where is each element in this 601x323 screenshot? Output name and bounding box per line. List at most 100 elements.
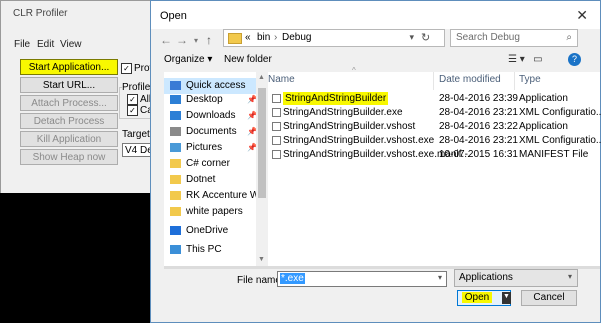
menu-edit[interactable]: Edit [37, 39, 54, 50]
start-url-button[interactable]: Start URL... [20, 77, 118, 93]
pin-icon[interactable]: 📌 [247, 140, 256, 156]
scroll-thumb[interactable] [258, 88, 266, 198]
desktop-icon [170, 95, 181, 104]
breadcrumb-bin[interactable]: bin [257, 32, 270, 43]
file-name: StringAndStringBuilder [283, 92, 389, 105]
cloud-icon [170, 226, 181, 235]
folder-icon [170, 175, 181, 184]
calls-checkbox[interactable]: ✓ [127, 105, 138, 116]
help-icon[interactable]: ? [568, 53, 581, 66]
nav-item-label: RK Accenture W [186, 190, 256, 201]
column-header-date[interactable]: Date modified [439, 74, 501, 85]
file-row[interactable]: StringAndStringBuilder.exe 28-04-2016 23:… [268, 106, 601, 119]
scroll-down-icon[interactable]: ▼ [258, 256, 265, 263]
nav-item[interactable]: OneDrive [164, 223, 256, 239]
back-arrow-icon[interactable]: ← [160, 33, 172, 47]
chevron-down-icon[interactable]: ▾ [568, 272, 572, 281]
allocations-checkbox[interactable]: ✓ [127, 94, 138, 105]
view-options-icon[interactable]: ☰ ▾ ▭ [508, 54, 543, 65]
file-type-select[interactable]: Applications ▾ [454, 269, 578, 287]
file-date: 10-07-2015 16:31 [439, 149, 518, 160]
scroll-up-icon[interactable]: ▲ [258, 74, 265, 81]
file-row[interactable]: StringAndStringBuilder.vshost.exe.manif.… [268, 148, 600, 161]
forward-arrow-icon[interactable]: → [176, 33, 188, 47]
file-type: MANIFEST File [519, 149, 589, 160]
profiling-active-checkbox[interactable]: ✓ [121, 63, 132, 74]
pin-icon[interactable]: 📌 [247, 92, 256, 108]
dialog-title: Open [160, 10, 187, 22]
kill-application-button[interactable]: Kill Application [20, 131, 118, 147]
detach-process-button[interactable]: Detach Process [20, 113, 118, 129]
file-row[interactable]: StringAndStringBuilder.vshost 28-04-2016 … [268, 120, 600, 133]
open-dropdown-icon[interactable]: ▼ [502, 292, 511, 304]
nav-item[interactable]: Pictures 📌 [164, 140, 256, 156]
column-header-type[interactable]: Type [519, 74, 541, 85]
recent-locations-icon[interactable]: ▾ [194, 36, 198, 45]
file-date: 28-04-2016 23:22 [439, 121, 518, 132]
nav-item-label: This PC [186, 244, 222, 255]
chevron-down-icon[interactable]: ▾ [438, 273, 442, 282]
nav-item[interactable]: This PC [164, 242, 256, 258]
search-placeholder: Search Debug [456, 32, 520, 43]
address-overflow[interactable]: « [245, 32, 251, 43]
filename-value[interactable]: *.exe [280, 273, 305, 284]
download-icon [170, 111, 181, 120]
open-button[interactable]: Open ▼ [457, 290, 511, 306]
file-icon [272, 150, 281, 159]
navigation-scrollbar[interactable]: ▲ ▼ [256, 72, 268, 266]
address-dropdown-icon[interactable]: ▾ [409, 32, 414, 43]
nav-item[interactable]: Dotnet [164, 172, 256, 188]
desktop-background [0, 193, 150, 323]
open-button-label[interactable]: Open [458, 291, 496, 305]
file-icon [272, 94, 281, 103]
filename-input[interactable]: *.exe ▾ [277, 271, 447, 287]
address-bar[interactable]: « bin › Debug ▾ [223, 29, 445, 47]
new-folder-button[interactable]: New folder [224, 54, 272, 65]
nav-item[interactable]: Downloads 📌 [164, 108, 256, 124]
folder-icon [228, 33, 242, 44]
column-divider[interactable] [433, 72, 434, 90]
nav-item-label: Dotnet [186, 174, 216, 185]
search-box[interactable]: Search Debug ⌕ [450, 29, 578, 47]
file-type: XML Configuratio... [519, 135, 601, 146]
search-icon: ⌕ [566, 32, 572, 43]
pictures-icon [170, 143, 181, 152]
file-type: Application [519, 93, 568, 104]
nav-item[interactable]: C# corner [164, 156, 256, 172]
start-application-button[interactable]: Start Application... [20, 59, 118, 75]
folder-icon [170, 191, 181, 200]
up-arrow-icon[interactable]: ↑ [206, 33, 212, 47]
nav-item[interactable]: Documents 📌 [164, 124, 256, 140]
nav-item[interactable]: white papers [164, 204, 256, 220]
file-date: 28-04-2016 23:21 [439, 107, 518, 118]
file-row[interactable]: StringAndStringBuilder 28-04-2016 23:39 Ap… [268, 92, 600, 105]
nav-item-label: Documents [186, 126, 237, 137]
breadcrumb-separator: › [274, 32, 278, 43]
dialog-titlebar: Open ✕ [151, 1, 600, 29]
documents-icon [170, 127, 181, 136]
nav-item[interactable]: RK Accenture W [164, 188, 256, 204]
column-header-name[interactable]: Name [268, 74, 295, 85]
file-list: ^ Name Date modified Type StringAndStrin… [268, 66, 601, 266]
refresh-icon[interactable]: ↻ [421, 31, 430, 44]
file-row[interactable]: StringAndStringBuilder.vshost.exe 28-04-2… [268, 134, 601, 147]
pin-icon[interactable]: 📌 [247, 108, 256, 124]
nav-item-label: OneDrive [186, 225, 229, 236]
file-type: Application [519, 121, 568, 132]
attach-process-button[interactable]: Attach Process... [20, 95, 118, 111]
show-heap-button[interactable]: Show Heap now [20, 149, 118, 165]
file-date: 28-04-2016 23:39 [439, 93, 518, 104]
nav-item-label: Pictures [186, 142, 223, 153]
breadcrumb-debug[interactable]: Debug [282, 32, 311, 43]
column-divider[interactable] [514, 72, 515, 90]
organize-button[interactable]: Organize ▾ [164, 54, 212, 65]
menu-file[interactable]: File [14, 39, 30, 50]
close-icon[interactable]: ✕ [576, 7, 588, 24]
menu-view[interactable]: View [60, 39, 82, 50]
nav-item-label: Downloads [186, 110, 236, 121]
nav-item[interactable]: Desktop 📌 [164, 92, 256, 108]
file-name: StringAndStringBuilder.vshost [283, 121, 416, 132]
nav-item-label: white papers [186, 206, 243, 217]
cancel-button[interactable]: Cancel [521, 290, 577, 306]
pin-icon[interactable]: 📌 [247, 124, 256, 140]
